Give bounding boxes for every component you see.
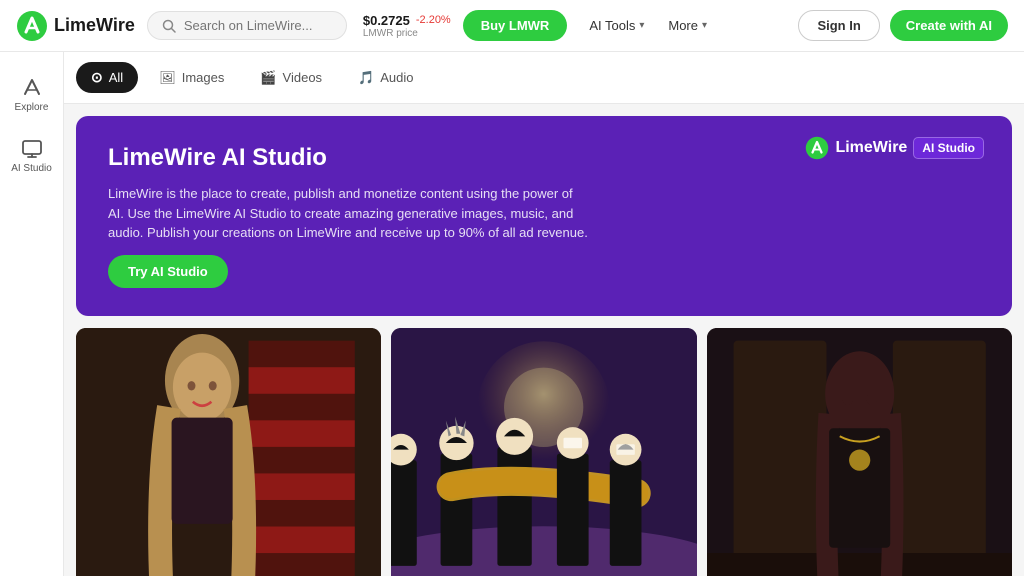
- images-tab-icon: 🖼: [159, 70, 176, 86]
- sidebar-ai-studio-label: AI Studio: [11, 163, 52, 174]
- ai-studio-icon: [21, 137, 43, 159]
- videos-tab-icon: 🎬: [260, 70, 276, 86]
- logo[interactable]: LimeWire: [16, 10, 135, 42]
- banner-logo-text: LimeWire: [805, 136, 907, 160]
- sidebar-item-explore[interactable]: Explore: [4, 68, 60, 121]
- sidebar: Explore AI Studio: [0, 52, 64, 576]
- content-area: LimeWire AI Studio LimeWire AI Studio Li…: [64, 104, 1024, 576]
- banner-limewire-icon: [805, 136, 829, 160]
- logo-text: LimeWire: [54, 15, 135, 36]
- main-content: ⊙ All 🖼 Images 🎬 Videos 🎵 Audio: [64, 52, 1024, 576]
- tab-all[interactable]: ⊙ All: [76, 62, 138, 93]
- tab-videos-label: Videos: [283, 70, 323, 85]
- explore-icon: [21, 76, 43, 98]
- price-label: LMWR price: [363, 28, 418, 39]
- create-with-ai-button[interactable]: Create with AI: [890, 10, 1008, 41]
- tab-videos[interactable]: 🎬 Videos: [245, 63, 337, 93]
- header: LimeWire $0.2725 -2.20% LMWR price Buy L…: [0, 0, 1024, 52]
- banner-logo: LimeWire AI Studio: [805, 136, 984, 160]
- limewire-logo-icon: [16, 10, 48, 42]
- price-section: $0.2725 -2.20% LMWR price: [363, 13, 451, 39]
- image-card-3[interactable]: [707, 328, 1012, 576]
- ai-studio-badge: AI Studio: [913, 137, 984, 159]
- image-card-1[interactable]: [76, 328, 381, 576]
- tab-audio-label: Audio: [380, 70, 413, 85]
- price-value: $0.2725: [363, 13, 410, 28]
- sidebar-explore-label: Explore: [15, 102, 49, 113]
- nav-item-ai-tools[interactable]: AI Tools ▾: [579, 12, 654, 39]
- sign-in-button[interactable]: Sign In: [798, 10, 879, 41]
- sidebar-item-ai-studio[interactable]: AI Studio: [4, 129, 60, 182]
- ai-studio-banner: LimeWire AI Studio LimeWire AI Studio Li…: [76, 116, 1012, 316]
- header-right: Sign In Create with AI: [798, 10, 1008, 41]
- tab-all-label: All: [109, 70, 123, 85]
- tab-images-label: Images: [182, 70, 225, 85]
- price-change: -2.20%: [416, 14, 451, 26]
- image-card-2[interactable]: [391, 328, 696, 576]
- all-tab-icon: ⊙: [91, 69, 103, 86]
- tab-audio[interactable]: 🎵 Audio: [343, 63, 428, 93]
- main-layout: Explore AI Studio ⊙ All 🖼 Images 🎬: [0, 52, 1024, 576]
- banner-description: LimeWire is the place to create, publish…: [108, 184, 588, 243]
- banner-limewire-text: LimeWire: [835, 139, 907, 157]
- search-icon: [162, 19, 176, 33]
- nav-more-label: More: [668, 18, 698, 33]
- content-tabs: ⊙ All 🖼 Images 🎬 Videos 🎵 Audio: [64, 52, 1024, 104]
- image-grid: [76, 328, 1012, 576]
- nav-item-more[interactable]: More ▾: [658, 12, 717, 39]
- ai-tools-chevron-icon: ▾: [639, 20, 644, 31]
- buy-lmwr-button[interactable]: Buy LMWR: [463, 10, 568, 41]
- search-input[interactable]: [184, 18, 324, 33]
- nav-items: AI Tools ▾ More ▾: [579, 12, 786, 39]
- tab-images[interactable]: 🖼 Images: [144, 63, 239, 93]
- try-ai-studio-button[interactable]: Try AI Studio: [108, 255, 228, 288]
- more-chevron-icon: ▾: [702, 20, 707, 31]
- nav-ai-tools-label: AI Tools: [589, 18, 635, 33]
- search-bar[interactable]: [147, 11, 347, 40]
- audio-tab-icon: 🎵: [358, 70, 374, 86]
